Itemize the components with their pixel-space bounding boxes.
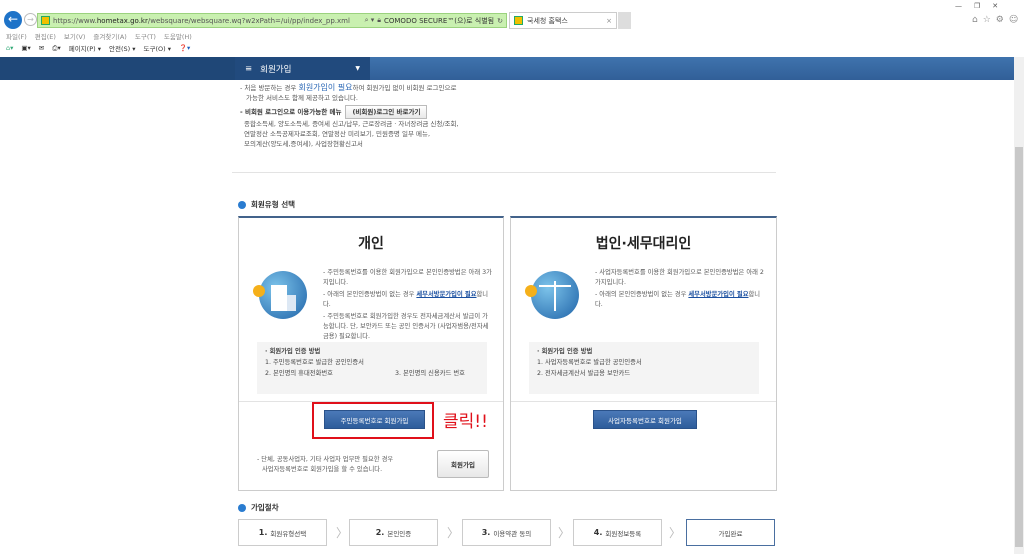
card-title: 법인·세무대리인 <box>595 236 692 252</box>
settings-gear-icon[interactable]: ⚙ <box>996 15 1004 25</box>
chevron-down-icon: ▼ <box>355 65 360 72</box>
chevron-right-icon: 〉 <box>558 526 571 540</box>
home-icon[interactable]: ⌂ <box>972 15 978 25</box>
intro-text: - 처음 방문하는 경우 회원가입이 필요하여 회원가입 없이 비회원 로그인으… <box>240 83 459 148</box>
corporate-card: 법인·세무대리인 - 사업자등록번호를 이용한 회원가입으로 본인인증방법은 아… <box>510 216 777 491</box>
tax-office-visit-link[interactable]: 세무서방문가입이 필요 <box>688 291 748 298</box>
browser-icons: ⌂ ☆ ⚙ ☺ <box>972 15 1018 25</box>
security-label: COMODO SECURE™(으)로 식별됨 <box>384 16 495 25</box>
help-icon[interactable]: ❓▾ <box>179 44 190 52</box>
auth-methods-box: · 회원가입 인증 방법 1. 주민등록번호로 발급한 공인인증서 2. 본인명… <box>257 342 487 394</box>
tab-title: 국세청 홈택스 <box>527 16 568 25</box>
page-menu[interactable]: 페이지(P) ▾ <box>69 43 101 53</box>
scales-icon <box>525 271 579 319</box>
step-5: 가입완료 <box>686 519 775 546</box>
lock-icon: 🔒︎ <box>377 16 381 24</box>
chevron-right-icon: 〉 <box>336 526 349 540</box>
menu-hamburger-icon: ≡ <box>245 63 253 74</box>
menu-help[interactable]: 도움말(H) <box>164 31 192 41</box>
url-path: /websquare/websquare.wq?w2xPath=/ui/pp/i… <box>147 16 350 25</box>
menu-tools[interactable]: 도구(T) <box>135 31 156 41</box>
menu-view[interactable]: 보기(V) <box>64 31 85 41</box>
print-icon[interactable]: ⎙▾ <box>52 44 60 53</box>
scrollbar[interactable] <box>1014 57 1024 554</box>
forward-button[interactable]: → <box>24 13 37 26</box>
tab-favicon-icon <box>514 16 523 25</box>
bullet-arrow-icon <box>238 503 246 512</box>
menu-favorites[interactable]: 즐겨찾기(A) <box>93 31 126 41</box>
nonmember-login-button[interactable]: (비회원)로그인 바로가기 <box>345 105 428 119</box>
refresh-icon[interactable]: ↻ <box>497 17 506 25</box>
step-4: 4. 회원정보등록 <box>573 519 662 546</box>
step-3: 3. 이용약관 동의 <box>462 519 551 546</box>
command-bar: ⌂▾ ▣▾ ✉ ⎙▾ 페이지(P) ▾ 안전(S) ▾ 도구(O) ▾ ❓▾ <box>6 43 190 54</box>
close-tab-icon[interactable]: × <box>606 17 612 25</box>
feeds-icon[interactable]: ▣▾ <box>21 44 30 52</box>
building-won-icon <box>253 271 307 319</box>
mail-icon[interactable]: ✉ <box>39 44 44 52</box>
window-controls: — ❐ ✕ <box>955 2 998 10</box>
top-nav-band: ≡ 회원가입 ▼ <box>0 57 1014 80</box>
auth-methods-box: · 회원가입 인증 방법 1. 사업자등록번호로 발급한 공인인증서 2. 전자… <box>529 342 759 394</box>
minimize-icon[interactable]: — <box>955 2 962 10</box>
divider <box>232 172 776 173</box>
url-domain: hometax.go.kr <box>96 16 148 25</box>
highlight-text: 회원가입이 필요 <box>298 83 353 92</box>
menu-file[interactable]: 파일(F) <box>6 31 27 41</box>
url-scheme: https://www. <box>53 16 97 25</box>
menu-bar: 파일(F) 편집(E) 보기(V) 즐겨찾기(A) 도구(T) 도움말(H) <box>6 31 192 41</box>
restore-icon[interactable]: ❐ <box>974 2 980 10</box>
new-tab-button[interactable] <box>618 12 631 29</box>
favorites-star-icon[interactable]: ☆ <box>983 15 991 25</box>
address-bar[interactable]: https://www.hometax.go.kr/websquare/webs… <box>37 13 507 28</box>
tax-office-visit-link[interactable]: 세무서방문가입이 필요 <box>416 291 476 298</box>
section-steps: 가입절차 <box>238 502 279 513</box>
step-1: 1. 회원유형선택 <box>238 519 327 546</box>
bullet-arrow-icon <box>238 200 246 209</box>
chevron-right-icon: 〉 <box>669 526 682 540</box>
home-cmd-icon[interactable]: ⌂▾ <box>6 44 13 52</box>
step-2: 2. 본인인증 <box>349 519 438 546</box>
card-title: 개인 <box>358 236 384 252</box>
section-member-type: 회원유형 선택 <box>238 199 295 210</box>
close-window-icon[interactable]: ✕ <box>992 2 998 10</box>
search-icon[interactable]: ⌕ ▾ <box>365 16 375 25</box>
tools-menu[interactable]: 도구(O) ▾ <box>143 43 170 53</box>
join-button[interactable]: 회원가입 <box>437 450 489 478</box>
nav-dropdown[interactable]: ≡ 회원가입 ▼ <box>235 57 370 80</box>
click-annotation: 클릭!! <box>443 412 488 432</box>
back-button[interactable]: ← <box>4 11 22 29</box>
chevron-right-icon: 〉 <box>447 526 460 540</box>
highlight-annotation-box <box>312 402 434 439</box>
personal-card: 개인 - 주민등록번호를 이용한 회원가입으로 본인인증방법은 아래 3가지입니… <box>238 216 504 491</box>
safety-menu[interactable]: 안전(S) ▾ <box>109 43 136 53</box>
business-number-signup-button[interactable]: 사업자등록번호로 회원가입 <box>593 410 697 429</box>
nav-dropdown-label: 회원가입 <box>260 64 292 75</box>
menu-edit[interactable]: 편집(E) <box>35 31 56 41</box>
smiley-icon[interactable]: ☺ <box>1009 15 1018 25</box>
browser-tab[interactable]: 국세청 홈택스 × <box>509 12 617 29</box>
site-favicon-icon <box>41 16 50 25</box>
